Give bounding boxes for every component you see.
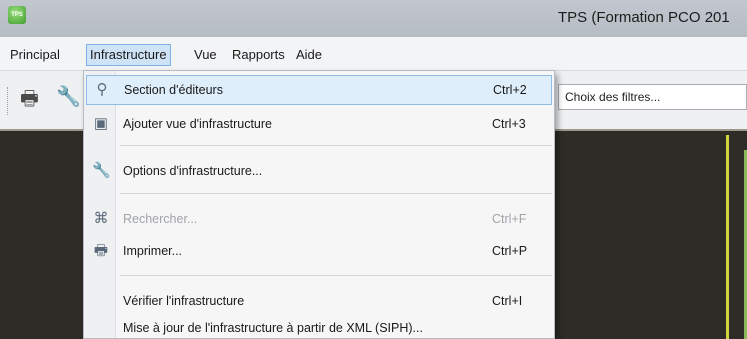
menu-bar: Principal Infrastructure Vue Rapports Ai… bbox=[0, 37, 747, 71]
menu-aide[interactable]: Aide bbox=[294, 44, 324, 66]
menu-item-label: Section d'éditeurs bbox=[124, 83, 223, 97]
menu-separator bbox=[120, 275, 552, 276]
infrastructure-dropdown: ⚲ Section d'éditeurs Ctrl+2 ▣ Ajouter vu… bbox=[83, 70, 555, 339]
menu-principal[interactable]: Principal bbox=[8, 44, 62, 66]
menu-item-label: Imprimer... bbox=[123, 244, 183, 258]
title-bar: TPS TPS (Formation PCO 201 bbox=[0, 0, 747, 37]
network-icon: ⚲ bbox=[96, 81, 108, 98]
menu-item-section-editeurs[interactable]: ⚲ Section d'éditeurs Ctrl+2 bbox=[86, 75, 552, 105]
menu-separator bbox=[120, 193, 552, 194]
menu-item-mise-a-jour-xml[interactable]: Mise à jour de l'infrastructure à partir… bbox=[86, 314, 552, 339]
binoculars-icon: ⌘ bbox=[93, 210, 109, 227]
menu-rapports[interactable]: Rapports bbox=[230, 44, 287, 66]
wrench-icon[interactable]: 🔧 bbox=[56, 84, 81, 109]
menu-item-label: Options d'infrastructure... bbox=[123, 164, 263, 178]
menu-item-shortcut: Ctrl+2 bbox=[493, 83, 527, 97]
menu-item-label: Ajouter vue d'infrastructure bbox=[123, 117, 272, 131]
menu-item-imprimer[interactable]: 🖶 Imprimer... Ctrl+P bbox=[86, 237, 552, 267]
toolbar-grip bbox=[7, 87, 9, 115]
canvas-vertical-line bbox=[726, 135, 729, 339]
menu-infrastructure[interactable]: Infrastructure bbox=[86, 44, 171, 66]
wrench-icon: 🔧 bbox=[92, 162, 111, 179]
printer-icon: 🖶 bbox=[93, 242, 109, 259]
menu-vue[interactable]: Vue bbox=[192, 44, 219, 66]
menu-separator bbox=[120, 145, 552, 146]
window-title: TPS (Formation PCO 201 bbox=[558, 9, 730, 26]
app-icon[interactable]: TPS bbox=[8, 6, 26, 24]
menu-item-verifier[interactable]: Vérifier l'infrastructure Ctrl+I bbox=[86, 287, 552, 317]
menu-item-shortcut: Ctrl+3 bbox=[492, 117, 526, 131]
printer-icon[interactable]: 🖶 bbox=[20, 84, 39, 118]
menu-item-rechercher[interactable]: ⌘ Rechercher... Ctrl+F bbox=[86, 205, 552, 235]
filter-select[interactable]: Choix des filtres... bbox=[558, 84, 747, 110]
menu-item-shortcut: Ctrl+I bbox=[492, 294, 523, 308]
menu-item-label: Rechercher... bbox=[123, 212, 198, 226]
menu-item-ajouter-vue[interactable]: ▣ Ajouter vue d'infrastructure Ctrl+3 bbox=[86, 110, 552, 140]
menu-item-label: Vérifier l'infrastructure bbox=[123, 294, 245, 308]
menu-item-label: Mise à jour de l'infrastructure à partir… bbox=[123, 321, 423, 335]
add-view-icon: ▣ bbox=[93, 115, 109, 132]
menu-item-shortcut: Ctrl+F bbox=[492, 212, 527, 226]
menu-item-options[interactable]: 🔧 Options d'infrastructure... bbox=[86, 157, 552, 187]
menu-item-shortcut: Ctrl+P bbox=[492, 244, 528, 258]
